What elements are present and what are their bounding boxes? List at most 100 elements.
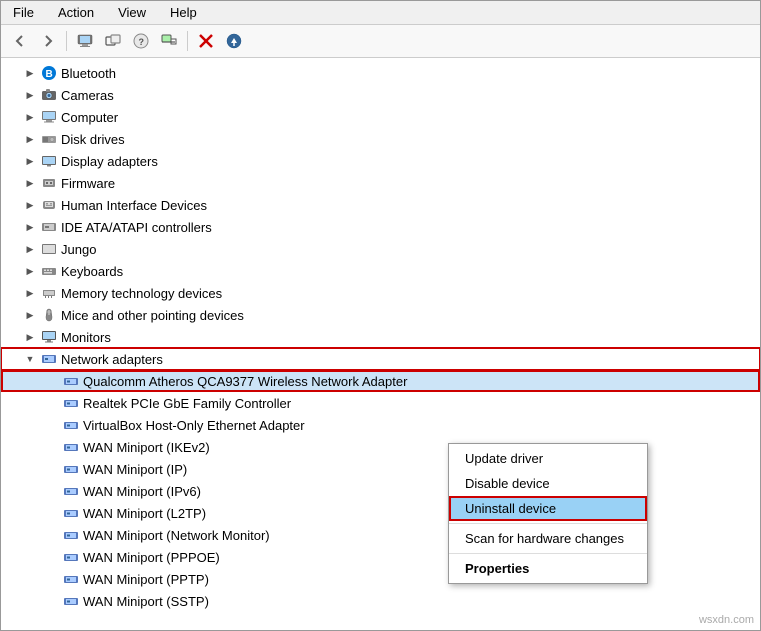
tree-item-ide[interactable]: ▶ IDE ATA/ATAPI controllers [1, 216, 760, 238]
menu-bar: File Action View Help [1, 1, 760, 25]
label-hid: Human Interface Devices [61, 198, 760, 213]
expand-disk[interactable]: ▶ [23, 132, 37, 146]
delete-button[interactable] [193, 29, 219, 53]
ctx-uninstall-device[interactable]: Uninstall device [449, 496, 647, 521]
label-wan-ip: WAN Miniport (IP) [83, 462, 760, 477]
label-jungo: Jungo [61, 242, 760, 257]
expand-cameras[interactable]: ▶ [23, 88, 37, 102]
toolbar-separator-1 [66, 31, 67, 51]
icon-wan-netmonitor [62, 526, 80, 544]
context-menu: Update driver Disable device Uninstall d… [448, 443, 648, 584]
svg-text:?: ? [139, 37, 145, 47]
icon-network [40, 350, 58, 368]
label-cameras: Cameras [61, 88, 760, 103]
ctx-separator [449, 523, 647, 524]
expand-firmware[interactable]: ▶ [23, 176, 37, 190]
ctx-disable-device[interactable]: Disable device [449, 471, 647, 496]
device-manager-window: File Action View Help [0, 0, 761, 631]
tree-item-network[interactable]: ▼ Network adapters [1, 348, 760, 370]
expand-network[interactable]: ▼ [23, 352, 37, 366]
tree-area: ▶ B Bluetooth ▶ Cameras [1, 58, 760, 630]
icon-qualcomm [62, 372, 80, 390]
menu-help[interactable]: Help [162, 3, 205, 22]
icon-realtek [62, 394, 80, 412]
label-mice: Mice and other pointing devices [61, 308, 760, 323]
tree-item-mice[interactable]: ▶ Mice and other pointing devices [1, 304, 760, 326]
tree-item-qualcomm[interactable]: Qualcomm Atheros QCA9377 Wireless Networ… [1, 370, 760, 392]
icon-bluetooth: B [40, 64, 58, 82]
icon-wan-ipv6 [62, 482, 80, 500]
label-bluetooth: Bluetooth [61, 66, 760, 81]
menu-file[interactable]: File [5, 3, 42, 22]
tree-item-firmware[interactable]: ▶ Firmware [1, 172, 760, 194]
scan-button[interactable] [156, 29, 182, 53]
icon-computer [40, 108, 58, 126]
label-monitors: Monitors [61, 330, 760, 345]
label-wan-pptp: WAN Miniport (PPTP) [83, 572, 760, 587]
svg-text:B: B [46, 69, 53, 80]
label-network: Network adapters [61, 352, 760, 367]
label-wan-ikev2: WAN Miniport (IKEv2) [83, 440, 760, 455]
ctx-scan-changes[interactable]: Scan for hardware changes [449, 526, 647, 551]
toolbar: ? [1, 25, 760, 58]
tree-item-display[interactable]: ▶ Display adapters [1, 150, 760, 172]
label-realtek: Realtek PCIe GbE Family Controller [83, 396, 760, 411]
tree-item-realtek[interactable]: Realtek PCIe GbE Family Controller [1, 392, 760, 414]
expand-keyboards[interactable]: ▶ [23, 264, 37, 278]
label-memory: Memory technology devices [61, 286, 760, 301]
expand-bluetooth[interactable]: ▶ [23, 66, 37, 80]
ctx-update-driver[interactable]: Update driver [449, 446, 647, 471]
expand-ide[interactable]: ▶ [23, 220, 37, 234]
back-button[interactable] [7, 29, 33, 53]
update-button[interactable] [221, 29, 247, 53]
icon-wan-ip [62, 460, 80, 478]
expand-memory[interactable]: ▶ [23, 286, 37, 300]
label-wan-ipv6: WAN Miniport (IPv6) [83, 484, 760, 499]
computer-button[interactable] [72, 29, 98, 53]
icon-mice [40, 306, 58, 324]
ctx-properties[interactable]: Properties [449, 556, 647, 581]
label-wan-l2tp: WAN Miniport (L2TP) [83, 506, 760, 521]
tree-item-jungo[interactable]: ▶ Jungo [1, 238, 760, 260]
expand-hid[interactable]: ▶ [23, 198, 37, 212]
tree-item-virtualbox[interactable]: VirtualBox Host-Only Ethernet Adapter [1, 414, 760, 436]
expand-display[interactable]: ▶ [23, 154, 37, 168]
tree-item-hid[interactable]: ▶ Human Interface Devices [1, 194, 760, 216]
tree-item-computer[interactable]: ▶ Computer [1, 106, 760, 128]
icon-memory [40, 284, 58, 302]
label-wan-pppoe: WAN Miniport (PPPOE) [83, 550, 760, 565]
expand-monitors[interactable]: ▶ [23, 330, 37, 344]
tree-item-wan-sstp[interactable]: WAN Miniport (SSTP) [1, 590, 760, 612]
label-computer: Computer [61, 110, 760, 125]
help-button[interactable]: ? [128, 29, 154, 53]
label-wan-netmonitor: WAN Miniport (Network Monitor) [83, 528, 760, 543]
tree-item-cameras[interactable]: ▶ Cameras [1, 84, 760, 106]
ctx-separator-2 [449, 553, 647, 554]
tree-item-disk[interactable]: ▶ Disk drives [1, 128, 760, 150]
menu-action[interactable]: Action [50, 3, 102, 22]
forward-button[interactable] [35, 29, 61, 53]
tree-item-memory[interactable]: ▶ Memory technology devices [1, 282, 760, 304]
label-wan-sstp: WAN Miniport (SSTP) [83, 594, 760, 609]
icon-wan-ikev2 [62, 438, 80, 456]
expand-computer[interactable]: ▶ [23, 110, 37, 124]
icon-cameras [40, 86, 58, 104]
icon-disk [40, 130, 58, 148]
window-button[interactable] [100, 29, 126, 53]
icon-monitors [40, 328, 58, 346]
label-qualcomm: Qualcomm Atheros QCA9377 Wireless Networ… [83, 374, 760, 389]
tree-item-keyboards[interactable]: ▶ Keyboards [1, 260, 760, 282]
icon-virtualbox [62, 416, 80, 434]
icon-wan-pppoe [62, 548, 80, 566]
expand-jungo[interactable]: ▶ [23, 242, 37, 256]
watermark: wsxdn.com [699, 614, 754, 626]
icon-keyboards [40, 262, 58, 280]
tree-item-bluetooth[interactable]: ▶ B Bluetooth [1, 62, 760, 84]
icon-wan-l2tp [62, 504, 80, 522]
icon-ide [40, 218, 58, 236]
tree-item-monitors[interactable]: ▶ Monitors [1, 326, 760, 348]
expand-mice[interactable]: ▶ [23, 308, 37, 322]
label-display: Display adapters [61, 154, 760, 169]
menu-view[interactable]: View [110, 3, 154, 22]
icon-wan-sstp [62, 592, 80, 610]
